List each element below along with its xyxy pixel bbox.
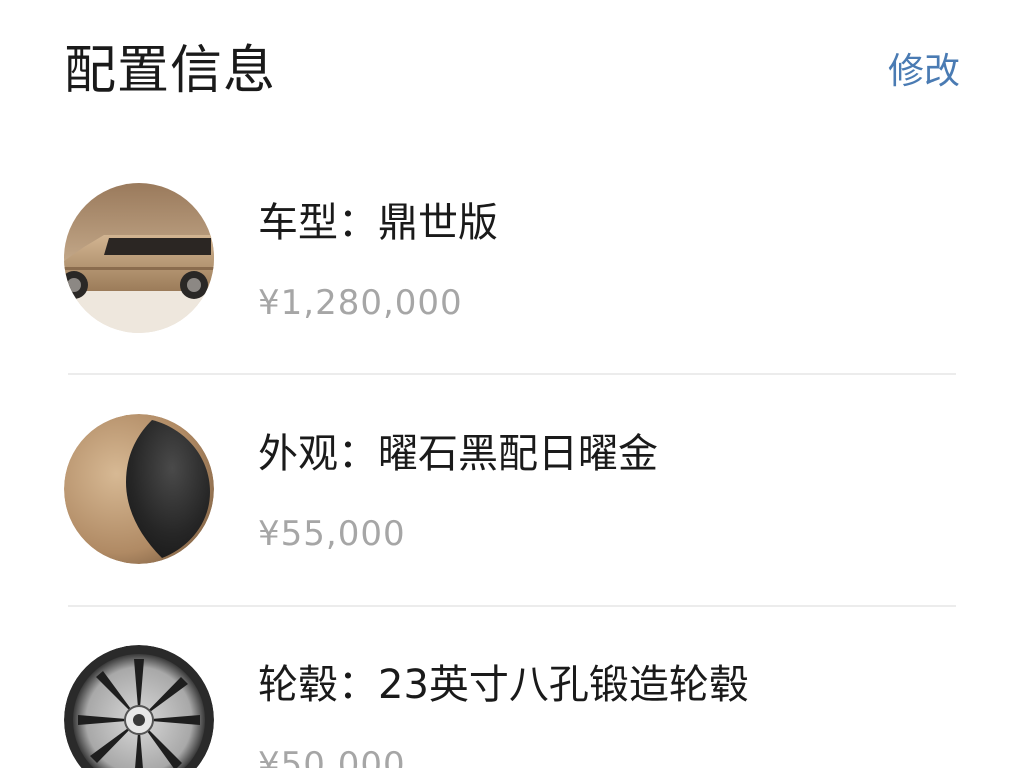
item-title: 外观：曜石黑配日曜金: [258, 431, 658, 477]
config-item-exterior[interactable]: 外观：曜石黑配日曜金 ¥55,000: [64, 414, 960, 574]
config-item-model[interactable]: 车型：鼎世版 ¥1,280,000: [64, 183, 960, 343]
divider: [68, 373, 956, 375]
config-item-wheels[interactable]: 轮毂：23英寸八孔锻造轮毂 ¥50,000: [64, 645, 960, 768]
item-title: 车型：鼎世版: [258, 200, 498, 246]
edit-button[interactable]: 修改: [888, 44, 960, 100]
item-title: 轮毂：23英寸八孔锻造轮毂: [258, 662, 749, 708]
paint-swatch-icon: [64, 414, 214, 564]
page-title: 配置信息: [64, 41, 277, 101]
item-price: ¥50,000: [258, 745, 406, 768]
config-page: 配置信息 修改 车型：鼎世版 ¥1,280,000 外观：曜石黑配日曜金 ¥55…: [0, 0, 1024, 768]
wheel-icon: [64, 645, 214, 768]
divider: [68, 605, 956, 607]
item-price: ¥1,280,000: [258, 283, 463, 323]
item-price: ¥55,000: [258, 514, 406, 554]
car-side-icon: [64, 183, 214, 333]
config-header: 配置信息 修改: [64, 36, 960, 106]
